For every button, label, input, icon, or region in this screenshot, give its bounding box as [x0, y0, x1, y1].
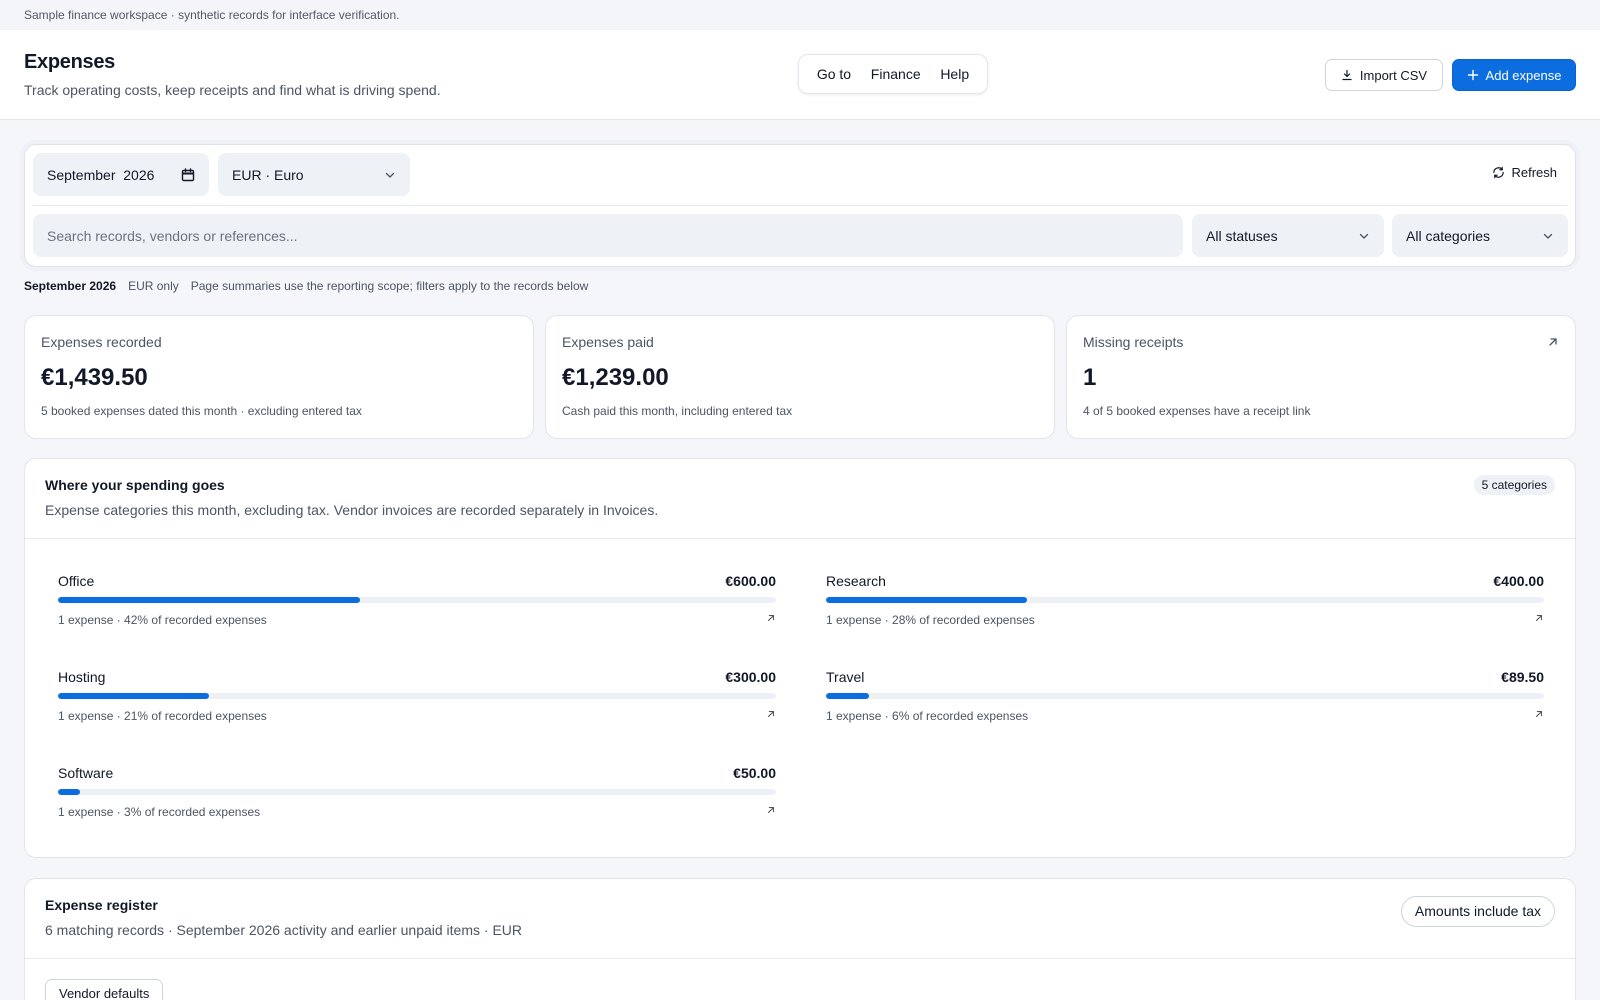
refresh-button[interactable]: Refresh — [1492, 165, 1557, 180]
arrow-up-right-icon[interactable] — [1534, 709, 1544, 719]
refresh-label: Refresh — [1511, 165, 1557, 180]
arrow-up-right-icon[interactable] — [1534, 613, 1544, 623]
category-value: All categories — [1406, 227, 1491, 244]
category-meta: 1 expense · 6% of recorded expenses — [826, 709, 1029, 723]
register-title: Expense register — [45, 897, 158, 913]
category-progress-track — [58, 597, 776, 603]
scope-note: Page summaries use the reporting scope; … — [190, 279, 589, 293]
arrow-up-right-icon[interactable] — [766, 805, 776, 815]
currency-select[interactable]: EUR · Euro — [218, 153, 410, 196]
spending-breakdown: Where your spending goes Expense categor… — [24, 458, 1576, 858]
category-progress-track — [58, 693, 776, 699]
import-csv-label: Import CSV — [1359, 67, 1428, 83]
scope-period: September 2026 — [24, 279, 117, 293]
download-icon — [1342, 69, 1352, 81]
kpi-value: 1 — [1083, 364, 1097, 391]
category-amount: €600.00 — [725, 573, 776, 589]
month-value: September 2026 — [47, 166, 155, 183]
category-progress-fill — [58, 789, 80, 795]
calendar-icon[interactable] — [181, 167, 195, 182]
category-meta: 1 expense · 42% of recorded expenses — [58, 613, 267, 627]
nav-finance[interactable]: Finance — [871, 66, 921, 82]
category-row-office[interactable]: Office €600.00 1 expense · 42% of record… — [58, 573, 776, 643]
category-amount: €400.00 — [1493, 573, 1544, 589]
category-row-travel[interactable]: Travel €89.50 1 expense · 6% of recorded… — [826, 669, 1544, 739]
category-progress-fill — [58, 693, 209, 699]
chevron-down-icon — [385, 172, 395, 178]
add-expense-label: Add expense — [1485, 67, 1562, 83]
category-progress-fill — [826, 693, 870, 699]
top-navigation: Go to Finance Help — [798, 54, 988, 94]
category-name: Travel — [826, 669, 865, 685]
import-csv-button[interactable]: Import CSV — [1325, 59, 1443, 91]
category-name: Hosting — [58, 669, 106, 685]
category-meta: 1 expense · 21% of recorded expenses — [58, 709, 267, 723]
category-progress-track — [826, 693, 1544, 699]
category-meta: 1 expense · 28% of recorded expenses — [826, 613, 1035, 627]
page-title: Expenses — [24, 51, 115, 73]
category-name: Office — [58, 573, 95, 589]
register-header: Expense register 6 matching records · Se… — [25, 879, 1575, 959]
category-progress-track — [58, 789, 776, 795]
category-progress-track — [826, 597, 1544, 603]
amounts-include-tax-toggle[interactable]: Amounts include tax — [1400, 896, 1555, 927]
kpi-value: €1,439.50 — [41, 364, 148, 391]
search-input[interactable]: Search records, vendors or references... — [33, 214, 1183, 257]
spending-header: Where your spending goes Expense categor… — [25, 459, 1575, 539]
category-name: Software — [58, 765, 114, 781]
arrow-up-right-icon[interactable] — [766, 613, 776, 623]
page-subtitle: Track operating costs, keep receipts and… — [24, 82, 441, 98]
add-expense-button[interactable]: Add expense — [1452, 59, 1576, 91]
page-header: Expenses Track operating costs, keep rec… — [0, 30, 1600, 120]
category-count-badge: 5 categories — [1473, 475, 1555, 495]
vendor-defaults-button[interactable]: Vendor defaults — [45, 979, 164, 1000]
category-name: Research — [826, 573, 886, 589]
sample-notice: Sample finance workspace · synthetic rec… — [0, 0, 1600, 30]
kpi-label: Expenses paid — [562, 334, 654, 350]
filter-divider — [33, 205, 1567, 206]
kpi-label: Missing receipts — [1083, 334, 1184, 350]
nav-goto[interactable]: Go to — [817, 66, 851, 82]
category-row-hosting[interactable]: Hosting €300.00 1 expense · 21% of recor… — [58, 669, 776, 739]
register-description: 6 matching records · September 2026 acti… — [45, 922, 522, 938]
category-amount: €300.00 — [725, 669, 776, 685]
currency-value: EUR · Euro — [232, 166, 304, 183]
kpi-missing-receipts[interactable]: Missing receipts 1 4 of 5 booked expense… — [1066, 315, 1576, 439]
kpi-value: €1,239.00 — [562, 364, 669, 391]
category-progress-fill — [58, 597, 360, 603]
chevron-down-icon — [1543, 233, 1553, 239]
arrow-up-right-icon[interactable] — [766, 709, 776, 719]
status-select[interactable]: All statuses — [1192, 214, 1384, 257]
kpi-subtext: Cash paid this month, including entered … — [562, 404, 793, 418]
category-select[interactable]: All categories — [1392, 214, 1568, 257]
plus-icon — [1467, 69, 1478, 81]
nav-help[interactable]: Help — [940, 66, 969, 82]
reporting-scope: September 2026 EUR only Page summaries u… — [24, 279, 588, 293]
refresh-icon — [1493, 166, 1505, 179]
chevron-down-icon — [1359, 233, 1369, 239]
kpi-subtext: 5 booked expenses dated this month · exc… — [41, 404, 362, 418]
kpi-expenses-paid: Expenses paid €1,239.00 Cash paid this m… — [545, 315, 1055, 439]
kpi-label: Expenses recorded — [41, 334, 162, 350]
kpi-expenses-recorded: Expenses recorded €1,439.50 5 booked exp… — [24, 315, 534, 439]
category-amount: €50.00 — [733, 765, 776, 781]
status-value: All statuses — [1206, 227, 1278, 244]
spending-description: Expense categories this month, excluding… — [45, 502, 659, 518]
spending-title: Where your spending goes — [45, 477, 225, 493]
category-amount: €89.50 — [1501, 669, 1544, 685]
category-row-research[interactable]: Research €400.00 1 expense · 28% of reco… — [826, 573, 1544, 643]
scope-currency: EUR only — [128, 279, 179, 293]
kpi-subtext: 4 of 5 booked expenses have a receipt li… — [1083, 404, 1311, 418]
filter-panel: September 2026 EUR · Euro Refresh Search… — [24, 144, 1576, 267]
month-picker[interactable]: September 2026 — [33, 153, 209, 196]
category-meta: 1 expense · 3% of recorded expenses — [58, 805, 261, 819]
category-progress-fill — [826, 597, 1028, 603]
arrow-up-right-icon[interactable] — [1547, 336, 1559, 348]
expense-register: Expense register 6 matching records · Se… — [24, 878, 1576, 1000]
category-row-software[interactable]: Software €50.00 1 expense · 3% of record… — [58, 765, 776, 835]
